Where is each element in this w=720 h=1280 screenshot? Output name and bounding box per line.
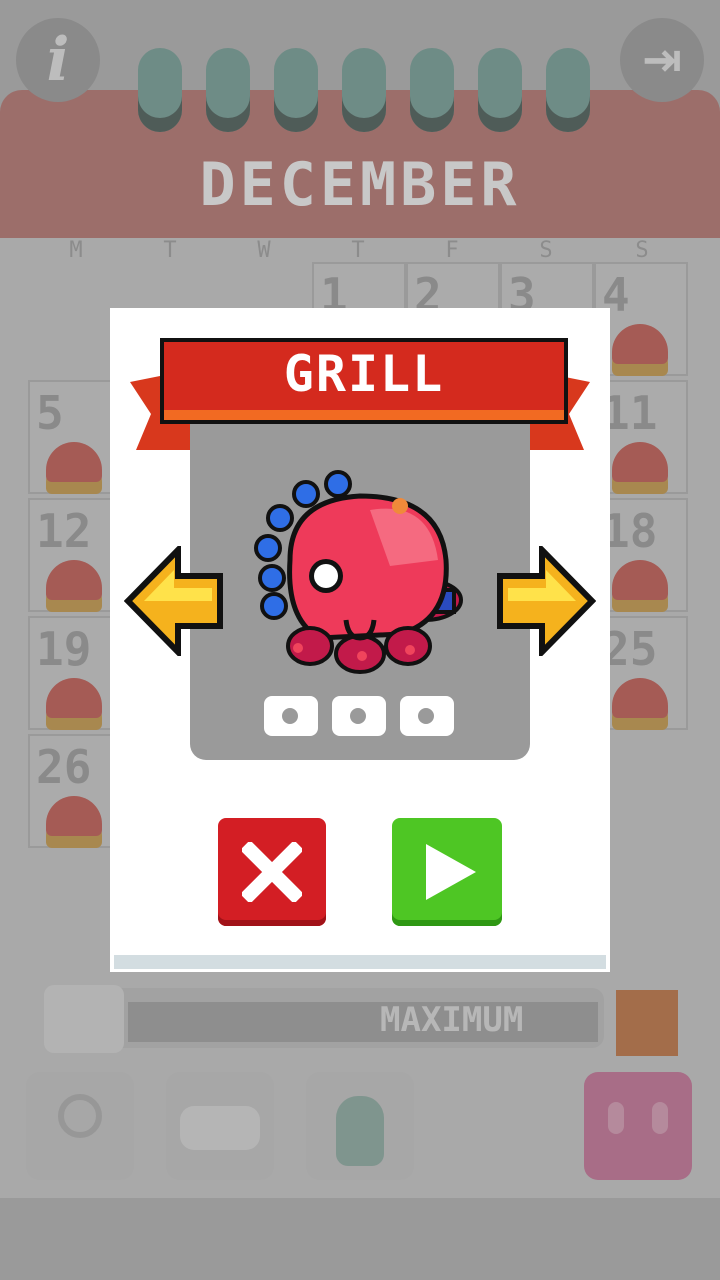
- day-number: 11: [602, 386, 658, 440]
- month-title: DECEMBER: [199, 150, 521, 220]
- cake-icon: [612, 442, 668, 482]
- weekday-label: F: [445, 238, 459, 263]
- octopus-character-icon: [254, 470, 463, 674]
- calendar-ring: [206, 48, 250, 132]
- day-cell[interactable]: 5: [28, 380, 122, 494]
- bunny-icon: [336, 1096, 384, 1166]
- day-number: 26: [36, 740, 92, 794]
- trophy-icon[interactable]: [44, 985, 124, 1053]
- info-icon: i: [46, 25, 70, 95]
- cake-icon: [46, 678, 102, 718]
- day-number: 25: [602, 622, 658, 676]
- previous-arrow-icon[interactable]: [124, 546, 224, 656]
- play-icon: [426, 844, 476, 900]
- character-name: GRILL: [283, 345, 445, 403]
- games-button[interactable]: [166, 1072, 274, 1180]
- next-arrow-icon[interactable]: [496, 546, 596, 656]
- face-icon: [652, 1102, 668, 1134]
- weekday-label: S: [635, 238, 649, 263]
- pet-button[interactable]: [306, 1072, 414, 1180]
- calendar-ring: [342, 48, 386, 132]
- weekday-label: T: [163, 238, 177, 263]
- star-slot-icon: [400, 696, 454, 736]
- cancel-button[interactable]: [218, 818, 326, 926]
- weekday-label: S: [539, 238, 553, 263]
- weekday-label: W: [257, 238, 271, 263]
- cake-icon: [612, 678, 668, 718]
- gamepad-icon: [180, 1106, 260, 1150]
- dialog-footer-strip: [114, 955, 606, 969]
- play-button[interactable]: [392, 818, 502, 926]
- day-cell[interactable]: 12: [28, 498, 122, 612]
- weekday-label: M: [69, 238, 83, 263]
- cake-icon: [612, 560, 668, 600]
- close-icon: [242, 842, 302, 902]
- profile-button[interactable]: [26, 1072, 134, 1180]
- calendar-ring: [478, 48, 522, 132]
- day-number: 18: [602, 504, 658, 558]
- calendar-ring: [410, 48, 454, 132]
- progress-label: MAXIMUM: [380, 1000, 524, 1040]
- cake-icon: [46, 442, 102, 482]
- cake-icon: [46, 796, 102, 836]
- day-number: 19: [36, 622, 92, 676]
- star-slot-icon: [332, 696, 386, 736]
- day-cell[interactable]: 19: [28, 616, 122, 730]
- cake-icon: [46, 560, 102, 600]
- day-number: 5: [36, 386, 64, 440]
- gift-icon[interactable]: [616, 990, 678, 1056]
- calendar-ring: [138, 48, 182, 132]
- exit-button[interactable]: ⇥: [620, 18, 704, 102]
- exit-icon: ⇥: [641, 32, 683, 88]
- weekday-label: T: [351, 238, 365, 263]
- calendar-ring: [274, 48, 318, 132]
- day-cell[interactable]: 26: [28, 734, 122, 848]
- character-button[interactable]: [584, 1072, 692, 1180]
- profile-icon: [58, 1094, 102, 1138]
- star-slot-icon: [264, 696, 318, 736]
- cake-icon: [612, 324, 668, 364]
- progress-bar: [128, 1002, 598, 1042]
- info-button[interactable]: i: [16, 18, 100, 102]
- calendar-ring: [546, 48, 590, 132]
- day-number: 12: [36, 504, 92, 558]
- face-icon: [608, 1102, 624, 1134]
